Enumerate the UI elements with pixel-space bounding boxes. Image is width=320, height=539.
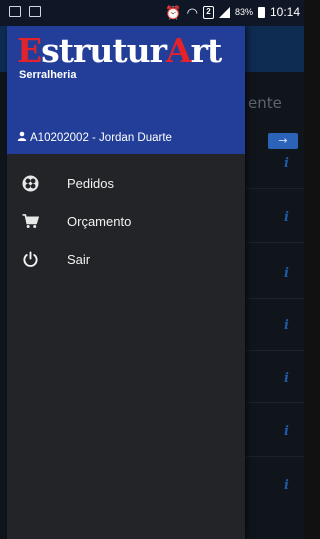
gallery-notification-icon <box>9 6 21 17</box>
info-icon[interactable]: i <box>284 156 289 171</box>
brand-letter-e: E <box>17 31 42 70</box>
info-icon[interactable]: i <box>284 424 289 439</box>
menu-label: Orçamento <box>67 213 132 229</box>
info-icon[interactable]: i <box>284 266 289 281</box>
alarm-icon: ⏰ <box>165 4 182 20</box>
divider <box>246 456 304 457</box>
info-icon[interactable]: i <box>284 318 289 333</box>
divider <box>246 242 304 243</box>
cart-icon <box>21 212 40 231</box>
wifi-icon: ◠ <box>186 4 198 20</box>
user-name: A10202002 - Jordan Duarte <box>30 131 172 144</box>
navigation-drawer: EstruturArt Serralheria A10202002 - Jord… <box>7 26 245 539</box>
info-icon[interactable]: i <box>284 371 289 386</box>
brand-text-part1: strutur <box>41 31 167 70</box>
clock: 10:14 <box>269 5 300 19</box>
divider <box>246 402 304 403</box>
user-info: A10202002 - Jordan Duarte <box>17 131 172 144</box>
menu-label: Pedidos <box>67 175 114 191</box>
status-bar: ⏰ ◠ 2 83% 10:14 <box>0 0 304 26</box>
menu-item-sair[interactable]: Sair <box>7 240 245 278</box>
brand-logo: EstruturArt <box>17 30 223 72</box>
sim-icon: 2 <box>202 5 214 19</box>
drawer-menu: Pedidos Orçamento Sair <box>7 164 245 278</box>
divider <box>246 298 304 299</box>
power-icon <box>21 250 40 269</box>
drawer-header: EstruturArt Serralheria A10202002 - Jord… <box>7 26 245 154</box>
divider <box>246 350 304 351</box>
app-next-button[interactable]: → <box>268 133 298 149</box>
divider <box>246 188 304 189</box>
battery-icon <box>257 6 265 18</box>
info-icon[interactable]: i <box>284 478 289 493</box>
brand-subtitle: Serralheria <box>19 69 77 81</box>
brand-text-part2: rt <box>190 31 223 70</box>
clover-icon <box>21 174 40 193</box>
menu-item-pedidos[interactable]: Pedidos <box>7 164 245 202</box>
voicemail-notification-icon <box>29 6 41 17</box>
info-icon[interactable]: i <box>284 210 289 225</box>
menu-item-orcamento[interactable]: Orçamento <box>7 202 245 240</box>
brand-letter-a: A <box>165 31 192 70</box>
battery-percent: 83% <box>234 7 253 17</box>
app-label-fragment: ente <box>248 94 282 112</box>
signal-icon <box>218 6 230 18</box>
user-icon <box>17 131 27 144</box>
menu-label: Sair <box>67 251 91 267</box>
